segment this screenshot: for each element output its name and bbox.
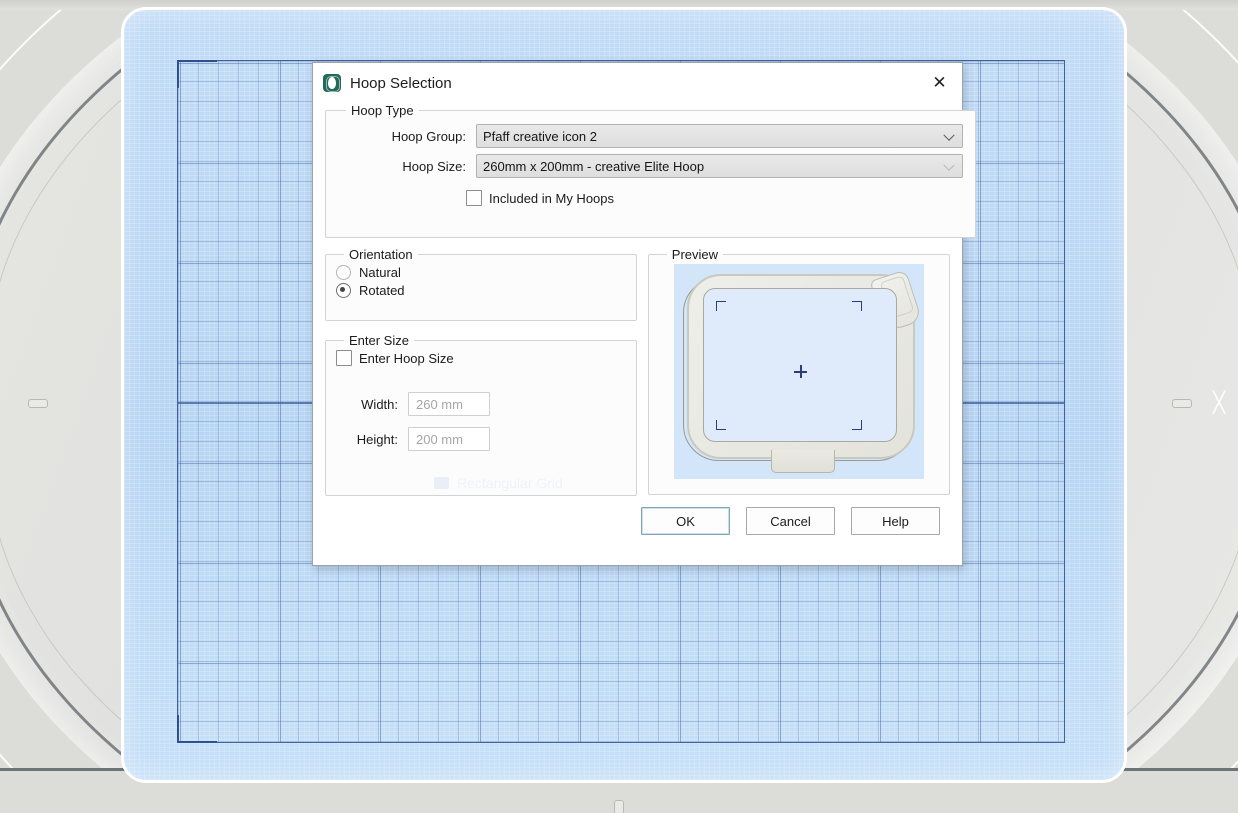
cancel-button[interactable]: Cancel (746, 507, 835, 535)
corner-marker-top-right (851, 301, 862, 311)
bezel-notch-left-icon (28, 399, 48, 408)
close-icon[interactable]: ✕ (917, 63, 962, 103)
bezel-marker-icon: ╳ (1212, 392, 1226, 414)
enter-size-group: Enter Size Enter Hoop Size Width: Height… (325, 333, 637, 496)
hoop-group-combo-wrap: Pfaff creative icon 2 (476, 124, 963, 148)
orientation-option-natural[interactable]: Natural (336, 265, 626, 280)
center-marker-icon (793, 365, 807, 378)
dialog-middle-row: Orientation Natural Rotated Enter Size E… (325, 247, 950, 496)
hoop-size-row: Hoop Size: 260mm x 200mm - creative Elit… (338, 154, 963, 178)
dialog-titlebar: Hoop Selection ✕ (313, 63, 962, 103)
hoop-size-combo-wrap: 260mm x 200mm - creative Elite Hoop (476, 154, 963, 178)
orientation-legend: Orientation (349, 247, 413, 262)
hoop-group-select[interactable]: Pfaff creative icon 2 (476, 124, 963, 148)
hoop-preview-canvas (673, 264, 924, 479)
hoop-selection-dialog: Hoop Selection ✕ Hoop Type Hoop Group: P… (312, 62, 976, 566)
hoop-type-group: Hoop Type Hoop Group: Pfaff creative ico… (325, 103, 976, 238)
hoop-app-icon (323, 74, 341, 92)
width-input[interactable] (408, 392, 490, 416)
corner-marker-bottom-left (715, 420, 726, 430)
grid-corner-top-left (177, 60, 217, 88)
corner-marker-bottom-right (851, 420, 862, 430)
hoop-group-row: Hoop Group: Pfaff creative icon 2 (338, 124, 963, 148)
included-in-my-hoops-label: Included in My Hoops (489, 190, 615, 206)
orientation-rotated-label: Rotated (359, 283, 405, 298)
radio-rotated[interactable] (336, 283, 351, 298)
enter-hoop-size-row[interactable]: Enter Hoop Size (336, 350, 626, 366)
machine-top-bezel (0, 0, 1238, 10)
enter-hoop-size-label: Enter Hoop Size (359, 350, 454, 366)
corner-marker-top-left (715, 301, 726, 311)
width-row: Width: (336, 392, 626, 416)
enter-size-legend: Enter Size (349, 333, 409, 348)
grid-corner-bottom-left (177, 715, 217, 743)
dialog-title: Hoop Selection (350, 74, 452, 92)
grid-icon (434, 477, 449, 489)
preview-legend: Preview (671, 247, 719, 262)
hoop-size-select[interactable]: 260mm x 200mm - creative Elite Hoop (476, 154, 963, 178)
rectangular-grid-ghost-label: Rectangular Grid (434, 475, 563, 491)
dialog-button-bar: OK Cancel Help (325, 507, 950, 535)
height-row: Height: (336, 427, 626, 451)
enter-hoop-size-checkbox[interactable] (336, 350, 352, 366)
radio-natural[interactable] (336, 265, 351, 280)
preview-group: Preview (647, 247, 950, 495)
dialog-body: Hoop Type Hoop Group: Pfaff creative ico… (313, 103, 976, 547)
ok-button[interactable]: OK (641, 507, 730, 535)
height-input[interactable] (408, 427, 490, 451)
width-label: Width: (361, 396, 398, 412)
hoop-bracket (770, 450, 835, 473)
help-button[interactable]: Help (851, 507, 940, 535)
ghost-label-text: Rectangular Grid (457, 475, 563, 491)
height-label: Height: (356, 431, 398, 447)
hoop-group-label: Hoop Group: (391, 128, 466, 144)
hoop-size-label: Hoop Size: (402, 158, 466, 174)
included-in-my-hoops-checkbox[interactable] (466, 190, 482, 206)
bezel-notch-right-icon (1172, 399, 1192, 408)
dialog-left-column: Orientation Natural Rotated Enter Size E… (325, 247, 637, 496)
hoop-type-legend: Hoop Type (351, 103, 414, 118)
orientation-natural-label: Natural (359, 265, 401, 280)
orientation-group: Orientation Natural Rotated (325, 247, 637, 321)
included-in-my-hoops-row[interactable]: Included in My Hoops (338, 190, 963, 206)
bezel-notch-bottom-icon (614, 800, 624, 813)
orientation-option-rotated[interactable]: Rotated (336, 283, 626, 298)
